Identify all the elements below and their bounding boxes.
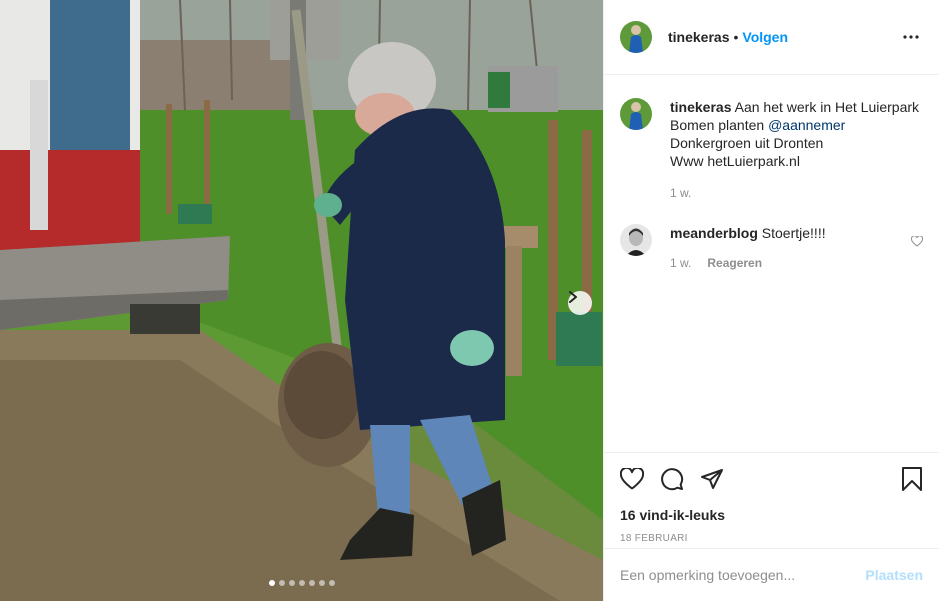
- comment-icon: [661, 468, 684, 491]
- post-date[interactable]: 18 FEBRUARI: [620, 533, 923, 544]
- comments-list[interactable]: tinekeras Aan het werk in Het Luierpark …: [604, 76, 939, 452]
- comment-like-button[interactable]: [910, 234, 924, 250]
- action-icons: [620, 465, 923, 493]
- bookmark-icon: [902, 467, 922, 491]
- post-actions: 16 vind-ik-leuks 18 FEBRUARI: [604, 452, 939, 548]
- photo-illustration: [0, 0, 603, 601]
- caption-text-line3: Donkergroen uit Dronten: [670, 135, 824, 151]
- caption-text-line2: Bomen planten: [670, 117, 765, 133]
- caption-body: tinekeras Aan het werk in Het Luierpark …: [670, 98, 923, 202]
- carousel-dot: [318, 580, 325, 586]
- comment-timestamp[interactable]: 1 w.: [670, 254, 691, 272]
- comment-body: meanderblog Stoertje!!!! 1 w. Reageren: [670, 224, 923, 272]
- like-button[interactable]: [620, 468, 644, 490]
- carousel-dot: [278, 580, 285, 586]
- carousel-dot: [298, 580, 305, 586]
- reply-button[interactable]: Reageren: [707, 254, 762, 272]
- likes-count[interactable]: 16 vind-ik-leuks: [620, 507, 923, 523]
- post-comment-button[interactable]: Plaatsen: [865, 567, 923, 583]
- comment-username[interactable]: meanderblog: [670, 225, 758, 241]
- commenter-avatar[interactable]: [620, 224, 652, 256]
- caption-avatar[interactable]: [620, 98, 652, 130]
- save-button[interactable]: [901, 467, 923, 491]
- chevron-right-icon: [569, 291, 577, 303]
- carousel-dot: [288, 580, 295, 586]
- carousel-indicator: [0, 580, 603, 586]
- header-separator: •: [733, 29, 739, 45]
- share-button[interactable]: [700, 467, 724, 491]
- post-photo[interactable]: [0, 0, 603, 601]
- author-avatar[interactable]: [620, 21, 652, 53]
- caption-timestamp[interactable]: 1 w.: [670, 184, 691, 202]
- heart-icon: [620, 468, 644, 490]
- caption-meta: 1 w.: [670, 184, 923, 202]
- comment-button[interactable]: [660, 467, 684, 491]
- mention-link[interactable]: @aannemer: [768, 117, 845, 133]
- heart-icon: [910, 235, 924, 247]
- caption-text-line4: Www hetLuierpark.nl: [670, 153, 800, 169]
- next-image-button[interactable]: [568, 291, 592, 315]
- carousel-dot: [308, 580, 315, 586]
- post-details-panel: tinekeras • Volgen tinekeras Aan het wer…: [603, 0, 939, 601]
- more-options-button[interactable]: [899, 35, 923, 39]
- caption: tinekeras Aan het werk in Het Luierpark …: [620, 98, 923, 202]
- comment-text: Stoertje!!!!: [761, 225, 826, 241]
- caption-text-line1: Aan het werk in Het Luierpark: [734, 99, 920, 115]
- comment-meta: 1 w. Reageren: [670, 254, 923, 272]
- share-icon: [701, 469, 723, 489]
- add-comment-bar: Plaatsen: [604, 548, 939, 601]
- carousel-dot: [328, 580, 335, 586]
- comment-item: meanderblog Stoertje!!!! 1 w. Reageren: [620, 224, 924, 272]
- follow-button[interactable]: Volgen: [742, 29, 788, 45]
- comment-input[interactable]: [620, 567, 866, 583]
- more-icon: [903, 35, 919, 39]
- carousel-dot: [268, 580, 275, 586]
- caption-username[interactable]: tinekeras: [670, 99, 731, 115]
- author-username[interactable]: tinekeras: [668, 29, 729, 45]
- post-header: tinekeras • Volgen: [604, 0, 939, 75]
